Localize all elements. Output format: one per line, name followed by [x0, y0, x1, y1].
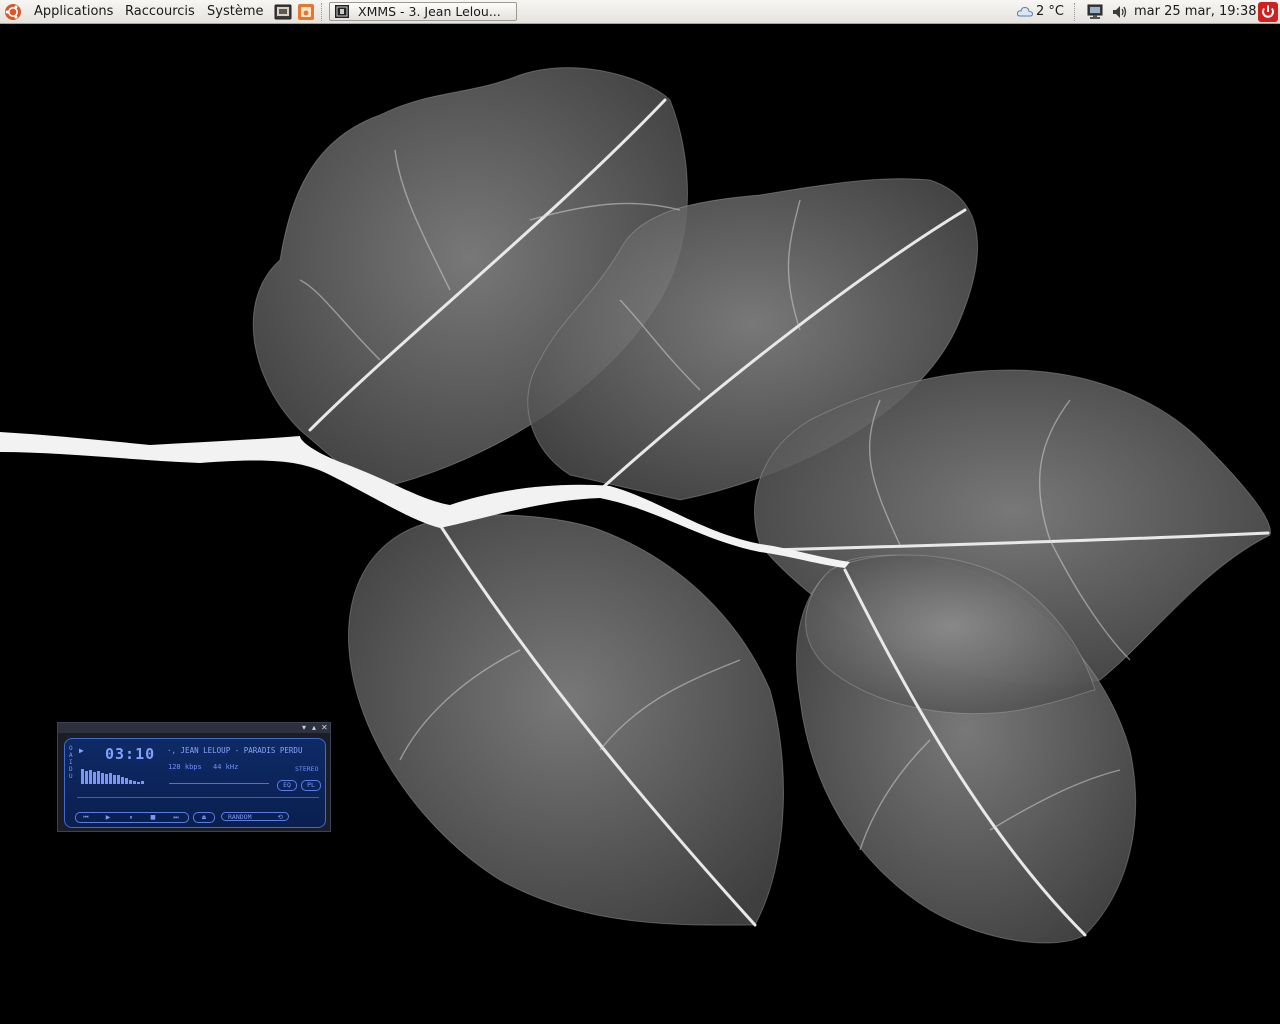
panel-separator: [321, 3, 324, 21]
ubuntu-logo-icon[interactable]: [4, 3, 22, 21]
eq-toggle-button[interactable]: EQ: [277, 780, 297, 791]
shade-icon[interactable]: ▴: [312, 723, 316, 733]
repeat-icon[interactable]: ⟲: [278, 813, 283, 822]
spectrum-bar: [117, 775, 120, 784]
stereo-indicator: STEREO: [295, 765, 319, 773]
spectrum-bar: [93, 772, 96, 784]
spectrum-bar: [101, 773, 104, 784]
play-icon[interactable]: ▶: [100, 813, 116, 822]
play-indicator-icon: ▶: [79, 746, 84, 755]
terminal-launcher-icon[interactable]: [274, 3, 292, 21]
spectrum-bar: [89, 770, 92, 784]
eject-button[interactable]: ⏏: [193, 812, 215, 823]
browser-launcher-icon[interactable]: [297, 3, 315, 21]
weather-temperature[interactable]: 2 °C: [1036, 0, 1064, 24]
close-icon[interactable]: ✕: [321, 723, 328, 733]
spectrum-bar: [141, 781, 144, 784]
xmms-app-icon: [335, 5, 349, 18]
menu-system[interactable]: Système: [207, 0, 263, 24]
clock[interactable]: mar 25 mar, 19:38: [1134, 0, 1256, 24]
shuffle-label: RANDOM: [228, 813, 252, 821]
bitrate: 128 kbps: [168, 763, 202, 771]
playlist-toggle-button[interactable]: PL: [301, 780, 321, 791]
seek-bar[interactable]: [77, 797, 319, 798]
samplerate: 44 kHz: [213, 763, 239, 771]
leaves-wallpaper: [0, 67, 1271, 944]
minimize-icon[interactable]: ▾: [302, 723, 306, 733]
task-button-label: XMMS - 3. Jean Lelou...: [358, 4, 501, 19]
spectrum-bar: [121, 777, 124, 784]
speaker-icon[interactable]: [1111, 4, 1129, 20]
spectrum-bar: [137, 782, 140, 784]
menu-applications[interactable]: Applications: [34, 0, 113, 24]
menu-shortcuts[interactable]: Raccourcis: [125, 0, 195, 24]
spectrum-analyzer[interactable]: [81, 766, 159, 784]
stop-icon[interactable]: ■: [145, 813, 161, 822]
spectrum-bar: [109, 773, 112, 784]
task-button-xmms[interactable]: XMMS - 3. Jean Lelou...: [329, 2, 517, 21]
top-panel: Applications Raccourcis Système XMMS - 3…: [0, 0, 1280, 24]
transport-controls: ⏮ ▶ ⏸ ■ ⏭: [75, 812, 189, 823]
cloud-icon[interactable]: [1016, 4, 1034, 19]
spectrum-bar: [129, 780, 132, 784]
spectrum-bar: [85, 771, 88, 784]
network-icon[interactable]: [1086, 4, 1104, 20]
spectrum-bar: [81, 769, 84, 784]
clutterbar[interactable]: O A I D U: [69, 745, 75, 780]
spectrum-bar: [133, 781, 136, 784]
desktop[interactable]: ▾ ▴ ✕ O A I D U ▶ 03:10 ·, JEAN LELOUP -…: [0, 24, 1280, 1024]
spectrum-bar: [113, 775, 116, 784]
previous-icon[interactable]: ⏮: [78, 813, 94, 822]
elapsed-time[interactable]: 03:10: [105, 745, 155, 763]
song-title[interactable]: ·, JEAN LELOUP - PARADIS PERDU: [167, 746, 302, 755]
shuffle-button[interactable]: RANDOM ⟲: [221, 812, 289, 821]
xmms-display: O A I D U ▶ 03:10 ·, JEAN LELOUP - PARAD…: [64, 738, 326, 828]
spectrum-bar: [97, 771, 100, 784]
xmms-titlebar[interactable]: ▾ ▴ ✕: [58, 723, 330, 733]
pause-icon[interactable]: ⏸: [123, 813, 139, 822]
power-icon[interactable]: [1258, 2, 1278, 22]
spectrum-bar: [125, 778, 128, 784]
xmms-window[interactable]: ▾ ▴ ✕ O A I D U ▶ 03:10 ·, JEAN LELOUP -…: [57, 722, 331, 832]
next-icon[interactable]: ⏭: [168, 813, 184, 822]
panel-separator: [1074, 3, 1077, 21]
balance-slider[interactable]: [233, 783, 269, 784]
spectrum-bar: [105, 774, 108, 784]
